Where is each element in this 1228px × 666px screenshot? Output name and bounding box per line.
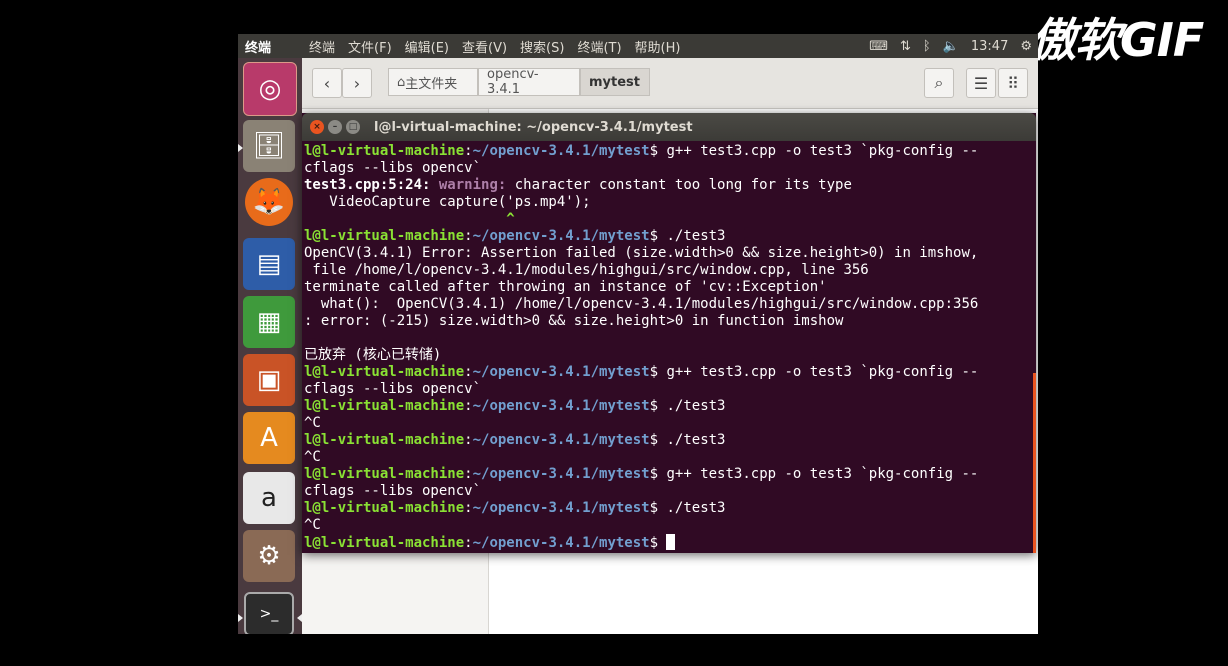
desktop: 终端 终端 文件(F) 编辑(E) 查看(V) 搜索(S) 终端(T) 帮助(H… [238, 34, 1038, 634]
calc-icon[interactable]: ▦ [243, 296, 295, 348]
running-indicator-terminal [238, 614, 243, 622]
menu-file[interactable]: 文件(F) [348, 37, 392, 56]
launcher: ◎ 🗄 🦊 ▤ ▦ ▣ A a ⚙ >_ [238, 58, 302, 634]
terminal-output[interactable]: l@l-virtual-machine:~/opencv-3.4.1/mytes… [302, 141, 1036, 552]
menu-terminal-t[interactable]: 终端(T) [577, 37, 621, 56]
terminal-icon[interactable]: >_ [244, 592, 294, 634]
clock[interactable]: 13:47 [971, 39, 1008, 54]
back-button[interactable]: ‹ [312, 68, 342, 98]
system-settings-icon[interactable]: ⚙ [243, 530, 295, 582]
crumb-home[interactable]: ⌂ 主文件夹 [388, 68, 478, 96]
terminal-titlebar[interactable]: × – □ l@l-virtual-machine: ~/opencv-3.4.… [302, 113, 1036, 141]
menu-edit[interactable]: 编辑(E) [405, 37, 449, 56]
scrollbar[interactable] [1033, 373, 1036, 553]
maximize-icon[interactable]: □ [346, 120, 360, 134]
watermark: 傲软GIF [1030, 13, 1204, 67]
menu-view[interactable]: 查看(V) [462, 37, 507, 56]
menu-bar: 终端 文件(F) 编辑(E) 查看(V) 搜索(S) 终端(T) 帮助(H) [309, 37, 693, 56]
bluetooth-icon[interactable]: ᛒ [923, 39, 931, 54]
line: l@l-virtual-machine:~/opencv-3.4.1/mytes… [304, 143, 979, 159]
menu-terminal[interactable]: 终端 [309, 37, 335, 56]
firefox-icon[interactable]: 🦊 [245, 178, 293, 226]
text-cursor [666, 534, 676, 550]
grid-view-icon[interactable]: ⠿ [998, 68, 1028, 98]
close-icon[interactable]: × [310, 120, 324, 134]
file-manager-toolbar: ‹ › ⌂ 主文件夹 opencv-3.4.1 mytest ⌕ ☰ ⠿ [302, 58, 1038, 109]
crumb-home-label: 主文件夹 [405, 76, 458, 92]
active-app-title: 终端 [245, 40, 272, 56]
gear-icon[interactable]: ⚙ [1020, 39, 1032, 54]
top-panel: 终端 终端 文件(F) 编辑(E) 查看(V) 搜索(S) 终端(T) 帮助(H… [238, 34, 1038, 58]
forward-button[interactable]: › [342, 68, 372, 98]
volume-icon[interactable]: 🔈 [943, 39, 959, 54]
search-icon[interactable]: ⌕ [924, 68, 954, 98]
list-view-icon[interactable]: ☰ [966, 68, 996, 98]
crumb-mytest[interactable]: mytest [580, 68, 650, 96]
terminal-window[interactable]: × – □ l@l-virtual-machine: ~/opencv-3.4.… [302, 113, 1036, 553]
impress-icon[interactable]: ▣ [243, 354, 295, 406]
menu-search[interactable]: 搜索(S) [520, 37, 564, 56]
keyboard-icon[interactable]: ⌨ [869, 39, 888, 54]
minimize-icon[interactable]: – [328, 120, 342, 134]
amazon-icon[interactable]: a [243, 472, 295, 524]
network-icon[interactable]: ⇅ [900, 39, 911, 54]
software-center-icon[interactable]: A [243, 412, 295, 464]
menu-help[interactable]: 帮助(H) [635, 37, 681, 56]
crumb-opencv[interactable]: opencv-3.4.1 [478, 67, 580, 97]
files-icon[interactable]: 🗄 [243, 120, 295, 172]
ubuntu-dash-icon[interactable]: ◎ [243, 62, 297, 116]
terminal-title: l@l-virtual-machine: ~/opencv-3.4.1/myte… [374, 119, 693, 135]
writer-icon[interactable]: ▤ [243, 238, 295, 290]
home-icon: ⌂ [397, 74, 406, 90]
